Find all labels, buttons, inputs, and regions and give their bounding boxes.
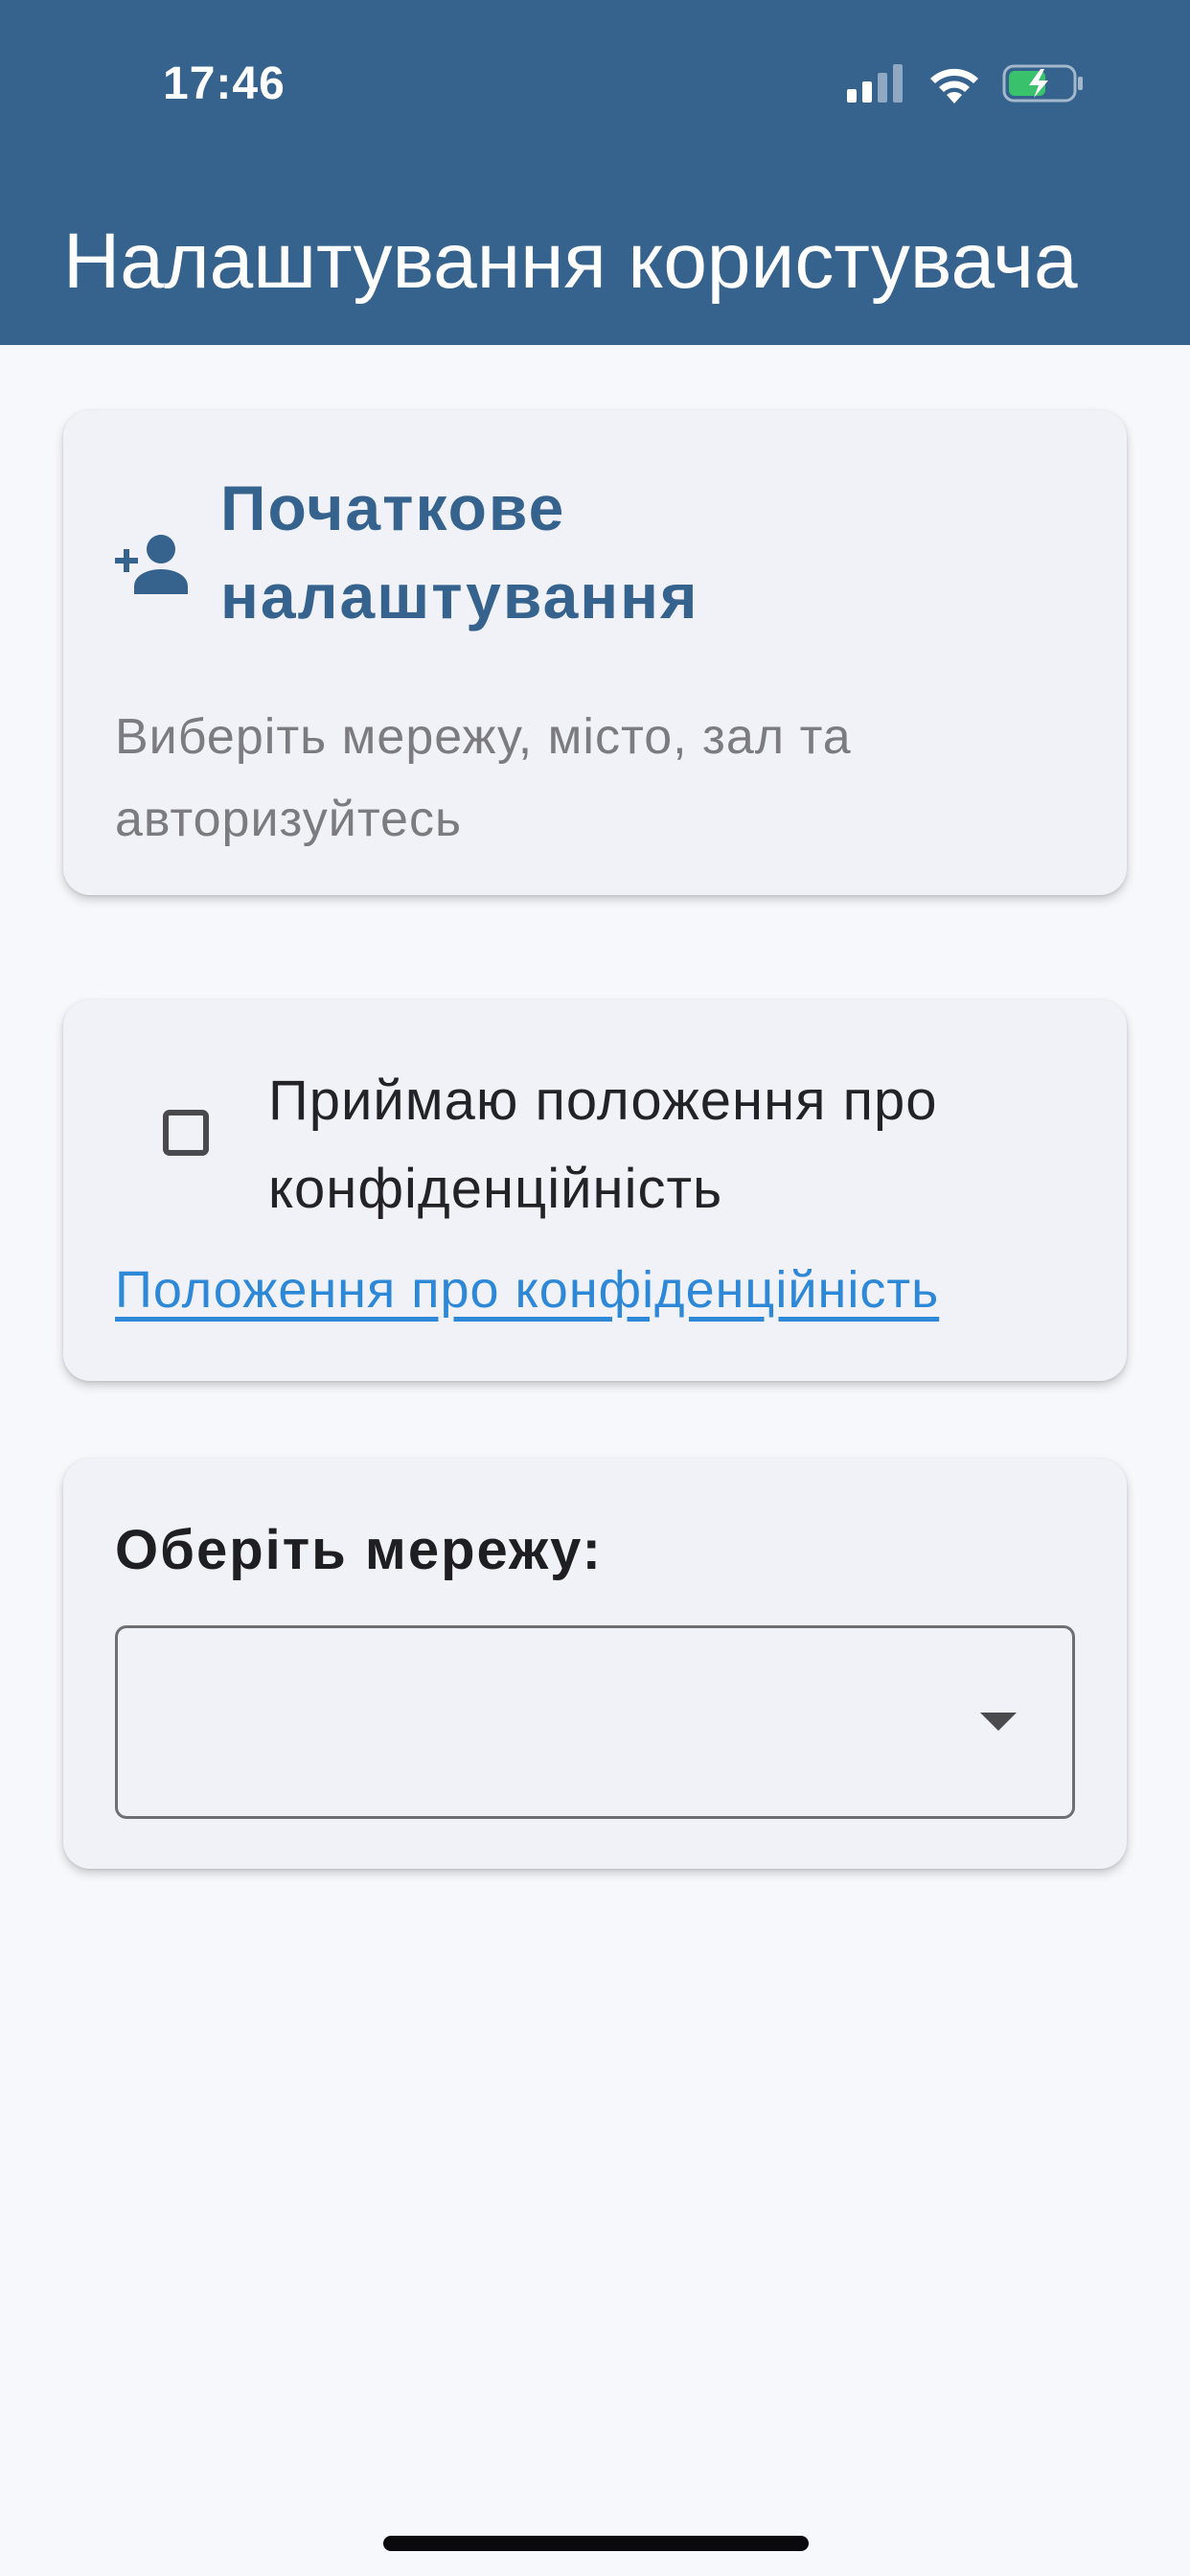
battery-charging-icon: [1002, 64, 1083, 103]
wifi-icon: [930, 68, 978, 104]
signal-icon: [847, 64, 903, 103]
app-header: 17:46 Налаштування користувача: [0, 0, 1190, 345]
privacy-checkbox-label[interactable]: Приймаю положення про конфіденційність: [268, 1057, 1111, 1233]
home-indicator[interactable]: [383, 2536, 809, 2551]
status-icons: [847, 63, 1085, 104]
setup-subtitle: Виберіть мережу, місто, зал та авторизуй…: [115, 709, 852, 847]
network-dropdown[interactable]: [115, 1625, 1075, 1819]
privacy-checkbox[interactable]: [163, 1110, 209, 1156]
network-label: Оберіть мережу:: [115, 1519, 603, 1581]
setup-title: Початкове налаштування: [220, 472, 699, 632]
privacy-card: Приймаю положення про конфіденційність П…: [63, 1000, 1127, 1381]
privacy-policy-link[interactable]: Положення про конфіденційність: [115, 1258, 939, 1322]
page-title: Налаштування користувача: [63, 218, 1078, 305]
status-time: 17:46: [163, 58, 286, 109]
setup-card[interactable]: Початкове налаштування Виберіть мережу, …: [63, 410, 1127, 895]
arrow-drop-down-icon: [980, 1713, 1017, 1731]
network-card: Оберіть мережу:: [63, 1459, 1127, 1869]
person-add-icon: [115, 535, 188, 594]
